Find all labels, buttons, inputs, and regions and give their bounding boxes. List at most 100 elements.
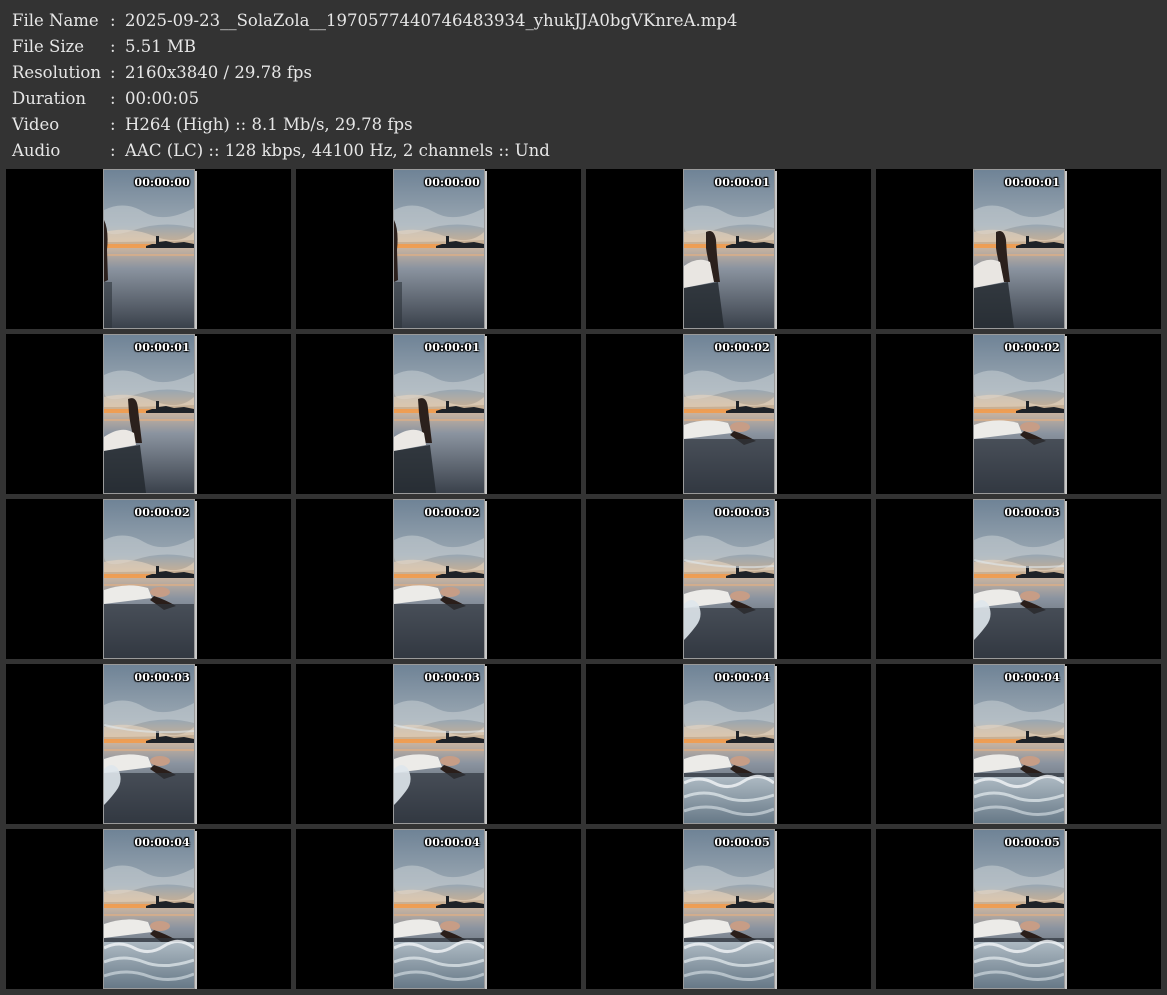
- thumbnail-timestamp: 00:00:04: [424, 836, 480, 849]
- info-row-video: Video : H264 (High) :: 8.1 Mb/s, 29.78 f…: [12, 112, 1152, 138]
- info-separator: :: [110, 63, 116, 82]
- thumbnail-timestamp: 00:00:03: [1004, 506, 1060, 519]
- frame-scene: [974, 500, 1064, 658]
- thumbnail-frame[interactable]: 00:00:01: [103, 334, 195, 494]
- frame-scene: [104, 665, 194, 823]
- frame-scene: [394, 170, 484, 328]
- thumbnail-cell[interactable]: 00:00:05: [586, 829, 871, 989]
- thumbnail-cell[interactable]: 00:00:03: [586, 499, 871, 659]
- frame-scene: [104, 335, 194, 493]
- info-separator: :: [110, 115, 116, 134]
- thumbnail-frame[interactable]: 00:00:00: [393, 169, 485, 329]
- thumbnail-cell[interactable]: 00:00:01: [296, 334, 581, 494]
- thumbnail-cell[interactable]: 00:00:04: [586, 664, 871, 824]
- thumbnail-cell[interactable]: 00:00:01: [586, 169, 871, 329]
- thumbnail-frame[interactable]: 00:00:03: [973, 499, 1065, 659]
- info-row-file-size: File Size : 5.51 MB: [12, 34, 1152, 60]
- thumbnail-cell[interactable]: 00:00:01: [6, 334, 291, 494]
- info-separator: :: [110, 89, 116, 108]
- info-separator: :: [110, 141, 116, 160]
- info-row-audio: Audio : AAC (LC) :: 128 kbps, 44100 Hz, …: [12, 138, 1152, 164]
- thumbnail-frame[interactable]: 00:00:01: [393, 334, 485, 494]
- thumbnail-cell[interactable]: 00:00:02: [876, 334, 1161, 494]
- thumbnail-timestamp: 00:00:05: [714, 836, 770, 849]
- thumbnail-frame[interactable]: 00:00:02: [973, 334, 1065, 494]
- thumbnail-frame[interactable]: 00:00:05: [973, 829, 1065, 989]
- thumbnail-cell[interactable]: 00:00:04: [876, 664, 1161, 824]
- thumbnail-timestamp: 00:00:00: [424, 176, 480, 189]
- thumbnail-cell[interactable]: 00:00:03: [6, 664, 291, 824]
- thumbnail-frame[interactable]: 00:00:04: [973, 664, 1065, 824]
- thumbnail-timestamp: 00:00:02: [134, 506, 190, 519]
- thumbnail-frame[interactable]: 00:00:04: [393, 829, 485, 989]
- info-row-file-name: File Name : 2025-09-23__SolaZola__197057…: [12, 8, 1152, 34]
- thumbnail-timestamp: 00:00:04: [714, 671, 770, 684]
- thumbnail-frame[interactable]: 00:00:04: [683, 664, 775, 824]
- thumbnail-timestamp: 00:00:04: [134, 836, 190, 849]
- frame-scene: [684, 665, 774, 823]
- thumbnail-frame[interactable]: 00:00:03: [683, 499, 775, 659]
- info-row-duration: Duration : 00:00:05: [12, 86, 1152, 112]
- info-value-duration: 00:00:05: [125, 89, 200, 108]
- thumbnail-grid: 00:00:00 00:00:00 00:00:01 00:00:01 00:00:01…: [6, 169, 1162, 991]
- thumbnail-frame[interactable]: 00:00:03: [393, 664, 485, 824]
- file-info-panel: File Name : 2025-09-23__SolaZola__197057…: [12, 8, 1152, 164]
- thumbnail-frame[interactable]: 00:00:01: [973, 169, 1065, 329]
- thumbnail-frame[interactable]: 00:00:02: [683, 334, 775, 494]
- info-value-file-name: 2025-09-23__SolaZola__197057744074648393…: [125, 11, 738, 30]
- thumbnail-cell[interactable]: 00:00:04: [296, 829, 581, 989]
- frame-scene: [974, 335, 1064, 493]
- frame-scene: [684, 170, 774, 328]
- thumbnail-timestamp: 00:00:02: [424, 506, 480, 519]
- frame-scene: [974, 170, 1064, 328]
- thumbnail-timestamp: 00:00:00: [134, 176, 190, 189]
- frame-scene: [104, 500, 194, 658]
- info-label: Duration: [12, 89, 87, 108]
- frame-scene: [974, 830, 1064, 988]
- frame-scene: [684, 500, 774, 658]
- thumbnail-frame[interactable]: 00:00:01: [683, 169, 775, 329]
- info-separator: :: [110, 37, 116, 56]
- info-value-video: H264 (High) :: 8.1 Mb/s, 29.78 fps: [125, 115, 413, 134]
- thumbnail-cell[interactable]: 00:00:03: [876, 499, 1161, 659]
- info-label: Video: [12, 115, 60, 134]
- thumbnail-cell[interactable]: 00:00:02: [586, 334, 871, 494]
- info-label: File Name: [12, 11, 99, 30]
- info-value-file-size: 5.51 MB: [125, 37, 197, 56]
- frame-scene: [684, 830, 774, 988]
- thumbnail-frame[interactable]: 00:00:05: [683, 829, 775, 989]
- thumbnail-frame[interactable]: 00:00:02: [393, 499, 485, 659]
- thumbnail-cell[interactable]: 00:00:04: [6, 829, 291, 989]
- frame-scene: [394, 665, 484, 823]
- thumbnail-timestamp: 00:00:05: [1004, 836, 1060, 849]
- thumbnail-cell[interactable]: 00:00:00: [296, 169, 581, 329]
- thumbnail-frame[interactable]: 00:00:04: [103, 829, 195, 989]
- frame-scene: [104, 830, 194, 988]
- frame-scene: [104, 170, 194, 328]
- thumbnail-cell[interactable]: 00:00:00: [6, 169, 291, 329]
- info-value-audio: AAC (LC) :: 128 kbps, 44100 Hz, 2 channe…: [125, 141, 550, 160]
- info-label: Resolution: [12, 63, 101, 82]
- thumbnail-timestamp: 00:00:01: [1004, 176, 1060, 189]
- frame-scene: [394, 500, 484, 658]
- thumbnail-frame[interactable]: 00:00:02: [103, 499, 195, 659]
- frame-scene: [684, 335, 774, 493]
- thumbnail-cell[interactable]: 00:00:01: [876, 169, 1161, 329]
- thumbnail-frame[interactable]: 00:00:00: [103, 169, 195, 329]
- thumbnail-timestamp: 00:00:03: [134, 671, 190, 684]
- frame-scene: [394, 335, 484, 493]
- frame-scene: [974, 665, 1064, 823]
- thumbnail-cell[interactable]: 00:00:02: [6, 499, 291, 659]
- thumbnail-timestamp: 00:00:02: [1004, 341, 1060, 354]
- thumbnail-timestamp: 00:00:03: [424, 671, 480, 684]
- thumbnail-timestamp: 00:00:02: [714, 341, 770, 354]
- thumbnail-frame[interactable]: 00:00:03: [103, 664, 195, 824]
- info-row-resolution: Resolution : 2160x3840 / 29.78 fps: [12, 60, 1152, 86]
- thumbnail-cell[interactable]: 00:00:03: [296, 664, 581, 824]
- thumbnail-cell[interactable]: 00:00:05: [876, 829, 1161, 989]
- thumbnail-timestamp: 00:00:01: [134, 341, 190, 354]
- info-value-resolution: 2160x3840 / 29.78 fps: [125, 63, 312, 82]
- thumbnail-cell[interactable]: 00:00:02: [296, 499, 581, 659]
- info-label: File Size: [12, 37, 85, 56]
- thumbnail-timestamp: 00:00:01: [714, 176, 770, 189]
